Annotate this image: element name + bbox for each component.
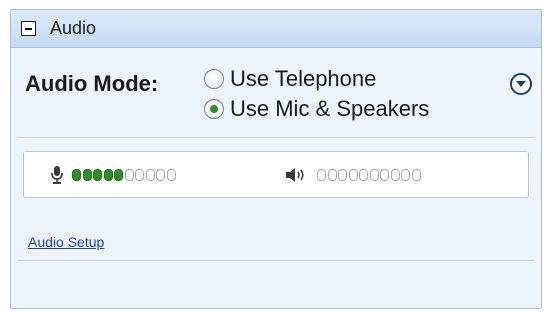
audio-setup-link[interactable]: Audio Setup [28,234,104,250]
level-segment [156,168,165,181]
level-segment-lit [103,168,113,181]
audio-level-meters [23,151,529,198]
radio-use-mic-speakers[interactable]: Use Mic & Speakers [204,96,429,122]
panel-title: Audio [50,18,97,38]
chevron-down-icon [516,81,526,87]
level-segment [369,168,379,181]
level-segment [348,168,358,181]
level-segment [411,168,421,181]
radio-label-use-mic-speakers: Use Mic & Speakers [230,96,430,121]
level-segment-lit [93,168,102,181]
level-segment [401,168,410,181]
level-segment [317,168,326,181]
microphone-icon [50,165,64,185]
mic-level-meter [72,168,177,181]
level-segment [135,168,144,181]
radio-dot-icon [210,105,218,113]
divider [17,260,535,262]
radio-circle-selected-icon[interactable] [204,99,224,119]
level-segment-lit [72,168,81,181]
level-segment [380,168,389,181]
audio-mode-label: Audio Mode: [25,71,159,96]
audio-panel: Audio Audio Mode: Use Telephone Use Mic … [10,9,542,309]
level-segment-lit [114,168,123,181]
level-segment [338,168,347,181]
collapse-button[interactable] [21,21,36,36]
radio-use-telephone[interactable]: Use Telephone [204,66,376,92]
level-segment-lit [82,168,92,181]
radio-circle-icon[interactable] [204,69,224,89]
speaker-icon [285,165,307,185]
level-segment [145,168,155,181]
radio-label-use-telephone: Use Telephone [230,66,377,91]
level-segment [327,168,337,181]
audio-options-menu-button[interactable] [510,73,532,95]
level-segment [390,168,400,181]
level-segment [359,168,368,181]
level-segment [166,168,176,181]
panel-header: Audio [11,10,541,48]
audio-mode-section: Audio Mode: Use Telephone Use Mic & Spea… [11,50,541,138]
speaker-level-meter [317,168,422,181]
level-segment [124,168,134,181]
divider [17,137,535,139]
